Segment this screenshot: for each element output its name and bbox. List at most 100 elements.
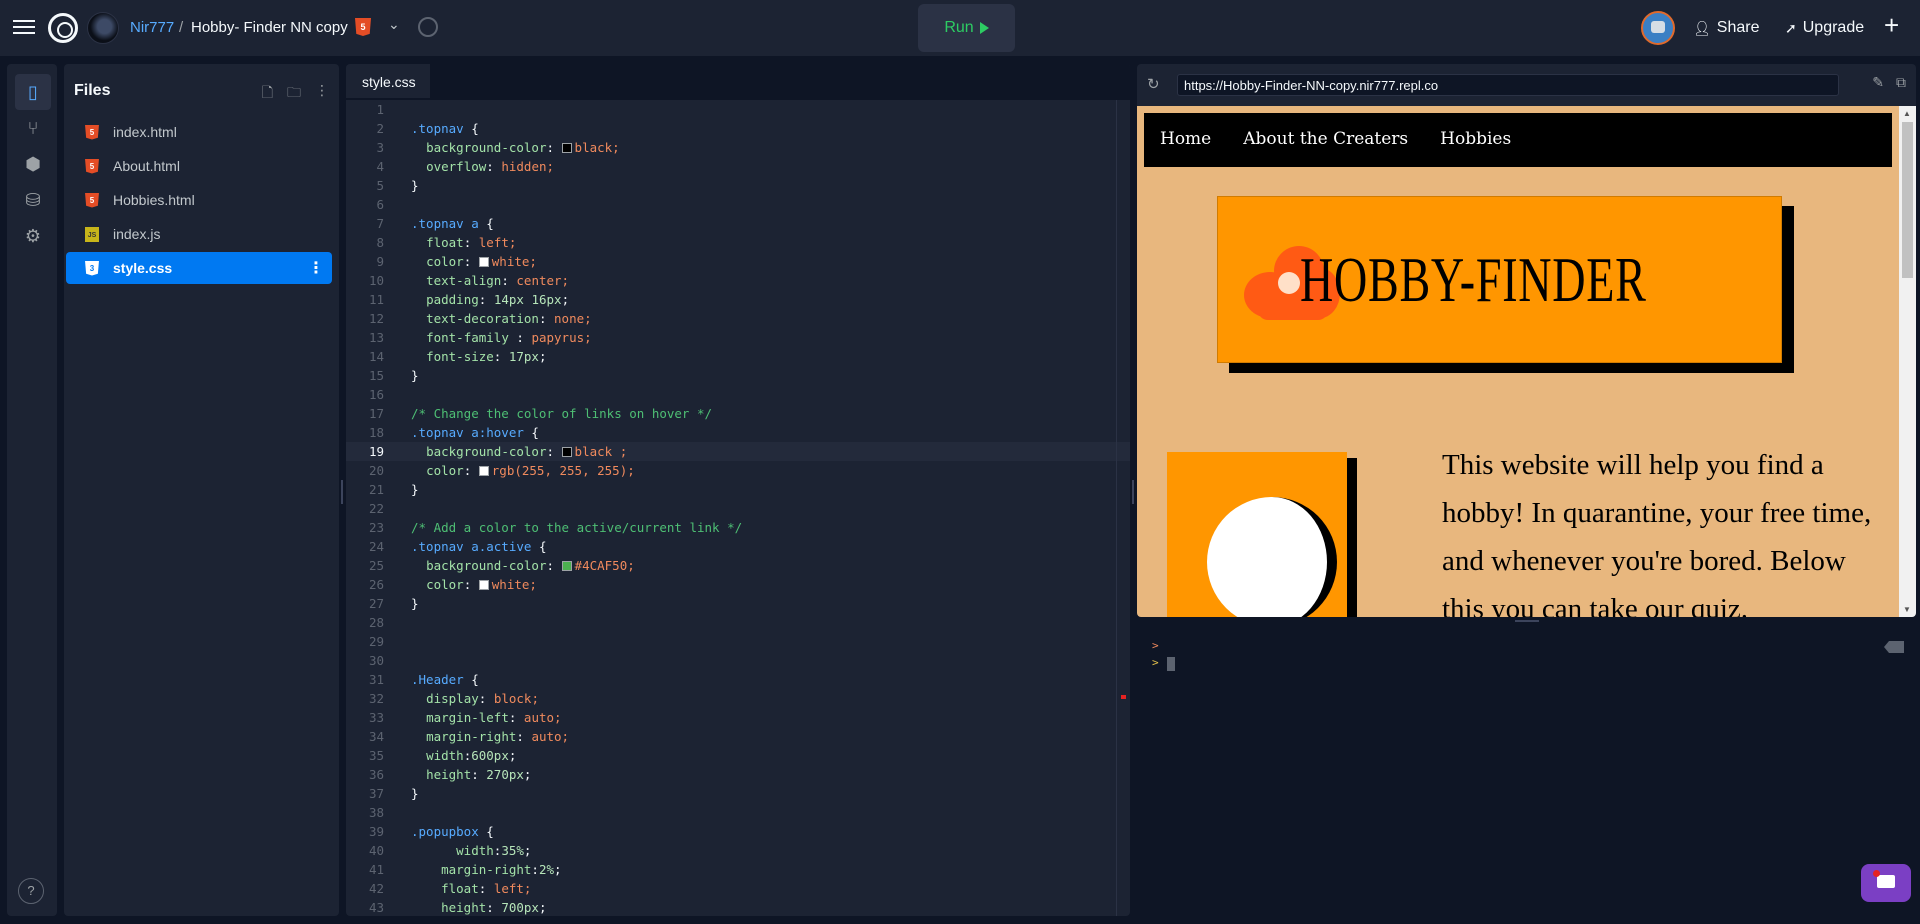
owner-avatar[interactable]: [87, 12, 119, 44]
git-icon[interactable]: ⑂: [15, 110, 51, 146]
url-bar[interactable]: https://Hobby-Finder-NN-copy.nir777.repl…: [1177, 74, 1839, 96]
file-item-index-js[interactable]: JS index.js: [66, 218, 332, 250]
code-line[interactable]: 13 font-family : papyrus;: [346, 328, 1130, 347]
color-swatch[interactable]: [478, 257, 489, 267]
username-link[interactable]: Nir777: [130, 19, 174, 36]
code-line[interactable]: 25 background-color: #4CAF50;: [346, 556, 1130, 575]
code-line[interactable]: 17 /* Change the color of links on hover …: [346, 404, 1130, 423]
code-line[interactable]: 26 color: white;: [346, 575, 1130, 594]
code-line[interactable]: 3 background-color: black;: [346, 138, 1130, 157]
color-swatch[interactable]: [478, 466, 489, 476]
resize-handle[interactable]: [1515, 620, 1539, 622]
scroll-down-icon[interactable]: ▼: [1903, 605, 1911, 614]
code-line[interactable]: 1: [346, 100, 1130, 119]
open-external-icon[interactable]: ⧉: [1896, 74, 1906, 91]
code-line[interactable]: 32 display: block;: [346, 689, 1130, 708]
code-line[interactable]: 5}: [346, 176, 1130, 195]
code-line[interactable]: 10 text-align: center;: [346, 271, 1130, 290]
code-line[interactable]: 33 margin-left: auto;: [346, 708, 1130, 727]
file-options-icon[interactable]: ⋮: [308, 258, 324, 278]
repl-name[interactable]: Hobby- Finder NN copy: [191, 19, 348, 36]
user-avatar[interactable]: [1641, 11, 1675, 45]
code-line[interactable]: 7 .topnav a {: [346, 214, 1130, 233]
code-line[interactable]: 22: [346, 499, 1130, 518]
edit-icon[interactable]: ✎: [1872, 74, 1884, 91]
code-line[interactable]: 16: [346, 385, 1130, 404]
code-line[interactable]: 18 .topnav a:hover {: [346, 423, 1130, 442]
plus-icon[interactable]: +: [1884, 10, 1899, 41]
history-icon[interactable]: [418, 17, 438, 37]
code-line[interactable]: 20 color: rgb(255, 255, 255);: [346, 461, 1130, 480]
code-line[interactable]: 43 height: 700px;: [346, 898, 1130, 916]
code-line[interactable]: 30: [346, 651, 1130, 670]
code-line[interactable]: 41 margin-right:2%;: [346, 860, 1130, 879]
color-swatch[interactable]: [561, 143, 572, 153]
packages-icon[interactable]: ⬢: [15, 146, 51, 182]
refresh-icon[interactable]: ↻: [1147, 75, 1160, 93]
code-line[interactable]: 11 padding: 14px 16px;: [346, 290, 1130, 309]
code-line[interactable]: 12 text-decoration: none;: [346, 309, 1130, 328]
resize-handle[interactable]: [341, 480, 343, 504]
code-line[interactable]: 6: [346, 195, 1130, 214]
file-item-index-html[interactable]: 5 index.html: [66, 116, 332, 148]
chevron-down-icon[interactable]: ⌄: [388, 16, 400, 33]
code-line[interactable]: 40 width:35%;: [346, 841, 1130, 860]
clear-console-icon[interactable]: [1884, 641, 1904, 653]
code-line[interactable]: 15}: [346, 366, 1130, 385]
file-item-hobbies-html[interactable]: 5 Hobbies.html: [66, 184, 332, 216]
file-item-style-css[interactable]: 3 style.css ⋮: [66, 252, 332, 284]
nav-link-home[interactable]: Home: [1144, 113, 1227, 167]
code-area[interactable]: 1 2 .topnav {3 background-color: black; 4 o…: [346, 100, 1130, 916]
code-line[interactable]: 38: [346, 803, 1130, 822]
chat-button[interactable]: [1861, 864, 1911, 902]
color-swatch[interactable]: [561, 447, 572, 457]
files-icon[interactable]: ▯: [15, 74, 51, 110]
code-line[interactable]: 2 .topnav {: [346, 119, 1130, 138]
run-button[interactable]: Run: [918, 4, 1015, 52]
line-number: 38: [368, 805, 384, 820]
code-line[interactable]: 28: [346, 613, 1130, 632]
database-icon[interactable]: ⛁: [15, 182, 51, 218]
color-swatch[interactable]: [478, 580, 489, 590]
code-line[interactable]: 24 .topnav a.active {: [346, 537, 1130, 556]
nav-link-hobbies[interactable]: Hobbies: [1424, 113, 1527, 167]
resize-handle[interactable]: [1132, 480, 1134, 504]
code-line[interactable]: 21}: [346, 480, 1130, 499]
code-line[interactable]: 35 width:600px;: [346, 746, 1130, 765]
line-number: 22: [368, 501, 384, 516]
code-line[interactable]: 39 .popupbox {: [346, 822, 1130, 841]
hamburger-menu-icon[interactable]: [12, 16, 36, 40]
code-line[interactable]: 37}: [346, 784, 1130, 803]
settings-icon[interactable]: ⚙: [15, 218, 51, 254]
code-text: }: [411, 482, 419, 497]
code-line[interactable]: 8 float: left;: [346, 233, 1130, 252]
code-line[interactable]: 27}: [346, 594, 1130, 613]
code-line[interactable]: 9 color: white;: [346, 252, 1130, 271]
help-icon[interactable]: ?: [18, 878, 44, 904]
new-file-icon[interactable]: 🗋︎: [262, 82, 273, 106]
code-line[interactable]: 19 background-color: black ;: [346, 442, 1130, 461]
code-line[interactable]: 14 font-size: 17px;: [346, 347, 1130, 366]
code-line[interactable]: 42 float: left;: [346, 879, 1130, 898]
upgrade-button[interactable]: ➚ Upgrade: [1777, 14, 1872, 42]
console-panel[interactable]: > >: [1137, 625, 1916, 916]
tab-style-css[interactable]: style.css: [346, 64, 430, 98]
preview-scrollbar[interactable]: ▲ ▼: [1899, 106, 1916, 617]
share-button[interactable]: 👤︎ Share: [1685, 14, 1767, 42]
code-line[interactable]: 4 overflow: hidden;: [346, 157, 1130, 176]
line-number: 9: [376, 254, 384, 269]
file-item-about-html[interactable]: 5 About.html: [66, 150, 332, 182]
code-line[interactable]: 34 margin-right: auto;: [346, 727, 1130, 746]
editor-scrollbar[interactable]: [1116, 100, 1117, 916]
more-options-icon[interactable]: ⋮: [315, 82, 329, 106]
nav-link-about[interactable]: About the Creaters: [1227, 113, 1424, 167]
new-folder-icon[interactable]: 🗀︎: [287, 82, 301, 106]
code-line[interactable]: 36 height: 270px;: [346, 765, 1130, 784]
replit-logo-icon[interactable]: [48, 13, 78, 43]
scroll-thumb[interactable]: [1902, 122, 1913, 278]
code-line[interactable]: 23 /* Add a color to the active/current l…: [346, 518, 1130, 537]
color-swatch[interactable]: [561, 561, 572, 571]
scroll-up-icon[interactable]: ▲: [1903, 109, 1911, 118]
code-line[interactable]: 29: [346, 632, 1130, 651]
code-line[interactable]: 31 .Header {: [346, 670, 1130, 689]
